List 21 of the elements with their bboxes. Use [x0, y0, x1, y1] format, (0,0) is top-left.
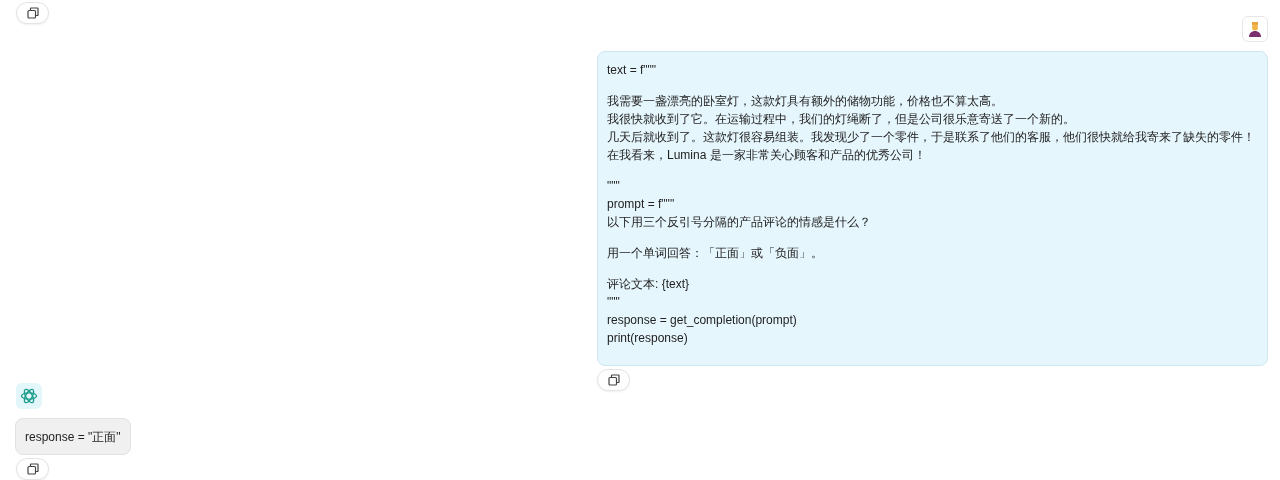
copy-icon [607, 374, 620, 386]
message-text: prompt = f""" [607, 197, 675, 211]
message-text: 用一个单词回答：「正面」或「负面」。 [607, 246, 823, 260]
copy-button[interactable] [16, 458, 49, 480]
message-text: 在我看来，Lumina 是一家非常关心顾客和产品的优秀公司！ [607, 148, 926, 162]
message-text: 评论文本: {text} [607, 277, 690, 291]
message-text: response = "正面" [25, 430, 121, 444]
message-text: print(response) [607, 331, 688, 345]
copy-button[interactable] [597, 369, 630, 391]
message-text: 以下用三个反引号分隔的产品评论的情感是什么？ [607, 215, 871, 229]
message-text: response = get_completion(prompt) [607, 313, 797, 327]
message-text: 我很快就收到了它。在运输过程中，我们的灯绳断了，但是公司很乐意寄送了一个新的。 [607, 112, 1075, 126]
message-text: text = f""" [607, 63, 657, 77]
person-icon [1247, 21, 1263, 37]
message-text: """ [607, 179, 620, 193]
copy-button[interactable] [16, 2, 49, 24]
copy-icon [26, 463, 39, 475]
message-text: 几天后就收到了。这款灯很容易组装。我发现少了一个零件，于是联系了他们的客服，他们很快就给我寄来了缺失的零件！ [607, 130, 1255, 144]
copy-icon [26, 7, 39, 19]
message-text: """ [607, 295, 620, 309]
message-text: 我需要一盏漂亮的卧室灯，这款灯具有额外的储物功能，价格也不算太高。 [607, 94, 1003, 108]
